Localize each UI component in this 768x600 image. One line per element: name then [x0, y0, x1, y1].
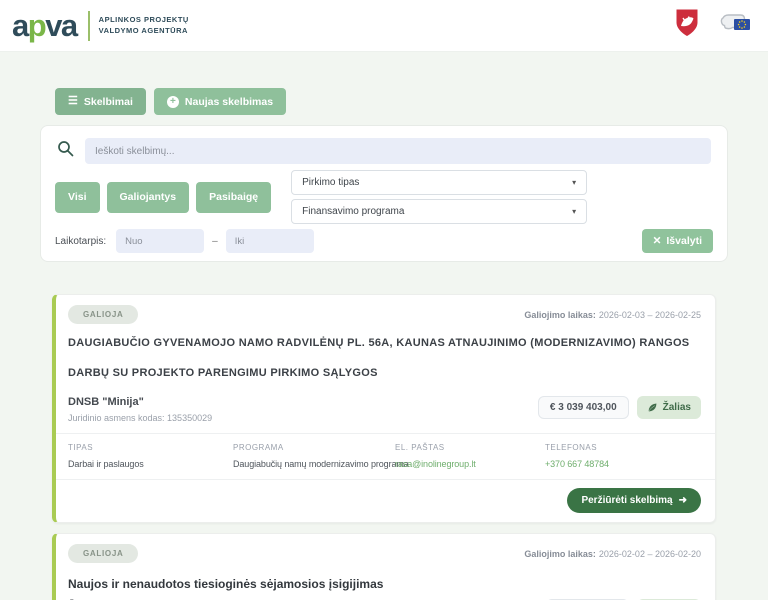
eu-flag-icon[interactable]	[720, 10, 752, 41]
pirkimo-tipas-select[interactable]: Pirkimo tipas ▾	[291, 170, 587, 195]
organization-name: DNSB "Minija"	[68, 396, 212, 408]
field-programa: PROGRAMA Daugiabučių namų modernizavimo …	[233, 443, 395, 469]
filter-galiojantys-button[interactable]: Galiojantys	[107, 182, 190, 213]
logo-subtitle-line2: VALDYMO AGENTŪRA	[99, 26, 189, 37]
field-label: TIPAS	[68, 443, 233, 452]
green-label: Žalias	[663, 402, 691, 413]
chevron-down-icon: ▾	[572, 207, 576, 216]
search-input[interactable]	[85, 138, 711, 164]
filter-pasibaige-button[interactable]: Pasibaigę	[196, 182, 271, 213]
view-announcement-button[interactable]: Peržiūrėti skelbimą ➜	[567, 488, 701, 513]
close-icon: ✕	[653, 235, 662, 247]
status-badge: GALIOJA	[68, 305, 138, 324]
announcement-title: DAUGIABUČIO GYVENAMOJO NAMO RADVILĖNŲ PL…	[68, 328, 701, 388]
chevron-down-icon: ▾	[572, 178, 576, 187]
filter-panel: Visi Galiojantys Pasibaigę Pirkimo tipas…	[40, 125, 728, 262]
range-dash: –	[212, 236, 218, 247]
filter-visi-button[interactable]: Visi	[55, 182, 100, 213]
field-label: TELEFONAS	[545, 443, 609, 452]
clear-label: Išvalyti	[666, 235, 702, 247]
tab-label: Skelbimai	[84, 96, 133, 108]
field-el-pastas: EL. PAŠTAS rasa@inolinegroup.lt	[395, 443, 545, 469]
validity-label: Galiojimo laikas:	[524, 549, 596, 559]
logo-subtitle-line1: APLINKOS PROJEKTŲ	[99, 15, 189, 26]
field-tipas: TIPAS Darbai ir paslaugos	[68, 443, 233, 469]
app-header: apva APLINKOS PROJEKTŲ VALDYMO AGENTŪRA	[0, 0, 768, 52]
lithuania-coat-of-arms-icon[interactable]	[674, 8, 700, 43]
green-status-badge: Žalias	[637, 396, 701, 419]
date-from-input[interactable]	[116, 229, 204, 253]
divider	[56, 433, 715, 434]
announcement-title: Naujos ir nenaudotos tiesioginės sėjamos…	[68, 577, 701, 591]
validity-dates: 2026-02-03 – 2026-02-25	[599, 310, 701, 320]
logo-letter-green: p	[28, 8, 45, 43]
tab-skelbimai[interactable]: ☰ Skelbimai	[55, 88, 146, 115]
validity-label: Galiojimo laikas:	[524, 310, 596, 320]
validity-period: Galiojimo laikas:2026-02-03 – 2026-02-25	[524, 310, 701, 320]
announcement-card: GALIOJA Galiojimo laikas:2026-02-02 – 20…	[52, 533, 716, 600]
leaf-icon	[647, 402, 658, 413]
tab-bar: ☰ Skelbimai + Naujas skelbimas	[40, 88, 728, 115]
logo-letter: a	[12, 8, 28, 43]
date-to-input[interactable]	[226, 229, 314, 253]
status-badge: GALIOJA	[68, 544, 138, 563]
view-label: Peržiūrėti skelbimą	[581, 495, 672, 506]
field-value: Daugiabučių namų modernizavimo programa	[233, 459, 395, 469]
select-value: Pirkimo tipas	[302, 177, 359, 188]
validity-period: Galiojimo laikas:2026-02-02 – 2026-02-20	[524, 549, 701, 559]
tab-label: Naujas skelbimas	[185, 96, 273, 108]
tab-naujas-skelbimas[interactable]: + Naujas skelbimas	[154, 88, 286, 115]
field-value: Darbai ir paslaugos	[68, 459, 233, 469]
email-link[interactable]: rasa@inolinegroup.lt	[395, 459, 545, 469]
validity-dates: 2026-02-02 – 2026-02-20	[599, 549, 701, 559]
field-label: PROGRAMA	[233, 443, 395, 452]
period-label: Laikotarpis:	[55, 236, 106, 247]
select-value: Finansavimo programa	[302, 206, 404, 217]
announcement-card: GALIOJA Galiojimo laikas:2026-02-03 – 20…	[52, 294, 716, 523]
field-telefonas: TELEFONAS +370 667 48784	[545, 443, 609, 469]
clear-filters-button[interactable]: ✕ Išvalyti	[642, 229, 713, 253]
list-icon: ☰	[68, 96, 78, 107]
logo-letter: va	[45, 8, 76, 43]
search-icon	[57, 140, 74, 162]
plus-icon: +	[167, 96, 179, 108]
logo-subtitle: APLINKOS PROJEKTŲ VALDYMO AGENTŪRA	[99, 15, 189, 36]
status-filter-group: Visi Galiojantys Pasibaigę	[55, 182, 271, 213]
apva-logo: apva	[12, 10, 77, 41]
organization-code: Juridinio asmens kodas: 135350029	[68, 413, 212, 423]
logo-divider	[88, 11, 90, 41]
amount-badge: € 3 039 403,00	[538, 396, 629, 419]
arrow-right-icon: ➜	[679, 495, 687, 506]
field-label: EL. PAŠTAS	[395, 443, 545, 452]
phone-link[interactable]: +370 667 48784	[545, 459, 609, 469]
organization-block: DNSB "Minija" Juridinio asmens kodas: 13…	[68, 396, 212, 423]
finansavimo-programa-select[interactable]: Finansavimo programa ▾	[291, 199, 587, 224]
